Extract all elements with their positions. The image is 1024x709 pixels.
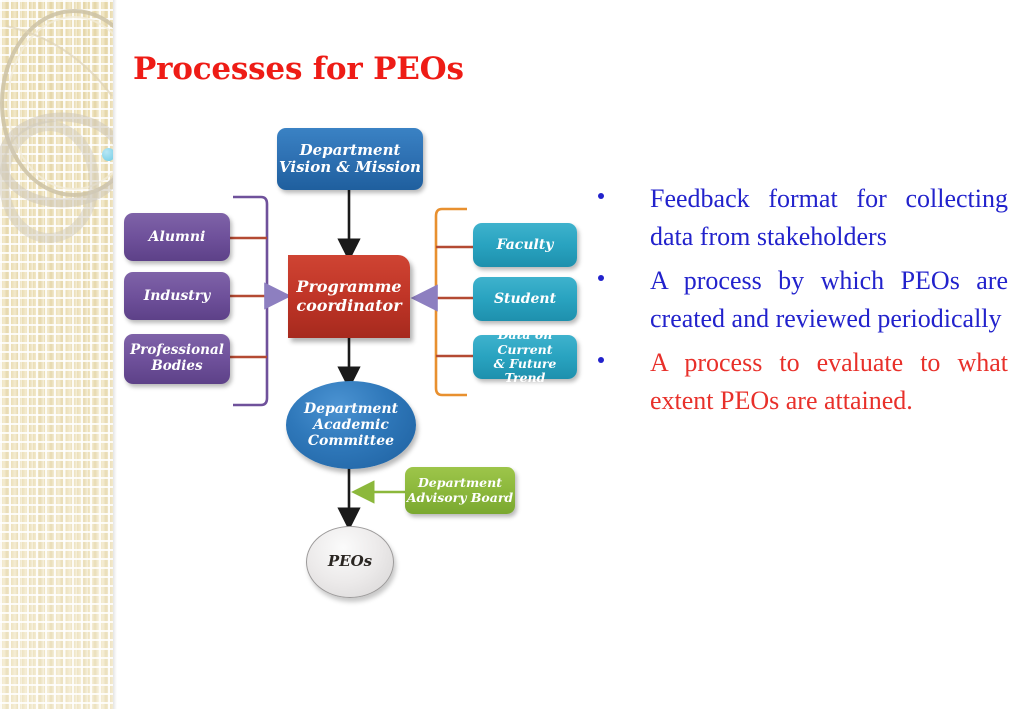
bullet-text: A process to evaluate to what extent PEO…	[650, 347, 1008, 416]
node-faculty[interactable]: Faculty	[473, 223, 577, 267]
node-alumni[interactable]: Alumni	[124, 213, 230, 261]
node-department-vision-mission[interactable]: Department Vision & Mission	[277, 128, 423, 190]
node-professional-bodies[interactable]: Professional Bodies	[124, 334, 230, 384]
node-department-advisory-board[interactable]: Department Advisory Board	[405, 467, 515, 514]
node-department-academic-committee[interactable]: Department Academic Committee	[286, 381, 416, 469]
node-line-2: Bodies	[151, 358, 203, 374]
list-item: A process to evaluate to what extent PEO…	[588, 344, 1008, 421]
node-peos[interactable]: PEOs	[306, 526, 394, 598]
bullet-text: A process by which PEOs are created and …	[650, 265, 1008, 334]
bullet-list: Feedback format for collecting data from…	[588, 180, 1008, 426]
node-data-on-current-future-trend[interactable]: Data on Current & Future Trend	[473, 328, 577, 385]
decorative-rings	[0, 9, 113, 243]
list-item: Feedback format for collecting data from…	[588, 180, 1008, 257]
node-line-2: Vision & Mission	[279, 158, 421, 176]
node-industry[interactable]: Industry	[124, 272, 230, 320]
node-line-1: Programme	[296, 277, 402, 297]
accent-dot-icon	[102, 148, 113, 161]
node-student[interactable]: Student	[473, 277, 577, 321]
node-label: Industry	[143, 287, 211, 304]
node-line-2: Academic	[313, 416, 389, 433]
node-label: PEOs	[327, 552, 373, 571]
page-title: Processes for PEOs	[133, 51, 464, 87]
node-line-2: & Future Trend	[493, 356, 557, 386]
bullet-marker-icon	[588, 344, 650, 363]
decorative-left-border	[0, 0, 113, 709]
node-line-1: Professional	[130, 342, 224, 359]
node-line-1: Data on Current	[497, 327, 553, 357]
node-label: Student	[493, 290, 557, 307]
list-item: A process by which PEOs are created and …	[588, 262, 1008, 339]
node-label: Alumni	[148, 228, 206, 245]
bullet-text: Feedback format for collecting data from…	[650, 184, 1008, 252]
node-programme-coordinator[interactable]: Programme coordinator	[288, 255, 410, 338]
node-line-1: Department	[303, 400, 399, 417]
bullet-marker-icon	[588, 262, 650, 281]
node-label: Faculty	[496, 236, 554, 253]
bullet-marker-icon	[588, 180, 650, 199]
node-line-2: Advisory Board	[406, 489, 514, 505]
node-line-1: Department	[417, 475, 503, 491]
node-line-3: Committee	[307, 433, 395, 450]
node-line-1: Department	[299, 140, 401, 159]
node-line-2: coordinator	[296, 295, 402, 315]
peo-process-flowchart: Department Vision & Mission Alumni Indus…	[115, 110, 600, 605]
